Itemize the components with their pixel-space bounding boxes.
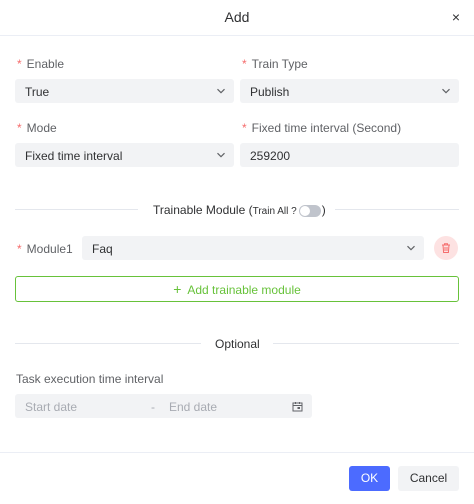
divider-line xyxy=(15,343,201,344)
enable-label: * Enable xyxy=(17,57,64,71)
trainable-module-heading: Trainable Module (Train All ?) xyxy=(153,203,326,217)
optional-heading: Optional xyxy=(215,337,260,351)
cancel-button[interactable]: Cancel xyxy=(398,466,459,491)
trainable-heading-close: ) xyxy=(321,203,326,217)
enable-label-text: Enable xyxy=(26,57,65,71)
divider-line xyxy=(15,209,138,210)
close-icon[interactable]: × xyxy=(452,10,460,24)
required-mark: * xyxy=(17,57,22,71)
trash-icon xyxy=(442,243,450,253)
divider-line xyxy=(273,343,459,344)
fixed-interval-input-value: 259200 xyxy=(250,149,291,163)
ok-button[interactable]: OK xyxy=(349,466,390,491)
mode-label: * Mode xyxy=(17,121,57,135)
required-mark: * xyxy=(17,242,22,256)
toggle-knob xyxy=(299,205,310,216)
dialog-header: Add × xyxy=(0,0,474,36)
mode-label-text: Mode xyxy=(26,121,57,135)
date-range-picker[interactable]: Start date - End date xyxy=(15,394,312,418)
add-dialog: Add × * Enable True * Train Type Publish *… xyxy=(0,0,474,504)
module-label-text: Module1 xyxy=(26,242,73,256)
required-mark: * xyxy=(242,121,247,135)
trainable-heading-text: Trainable Module ( xyxy=(153,203,253,217)
end-date-input[interactable]: End date xyxy=(169,400,217,414)
chevron-down-icon xyxy=(407,245,415,251)
chevron-down-icon xyxy=(442,88,450,94)
fixed-interval-label: * Fixed time interval (Second) xyxy=(242,121,401,135)
module-select[interactable]: Faq xyxy=(82,236,424,260)
dialog-title: Add xyxy=(224,9,250,25)
module-label: * Module1 xyxy=(17,242,73,256)
mode-select-value: Fixed time interval xyxy=(25,149,123,163)
train-type-select-value: Publish xyxy=(250,85,290,99)
train-all-toggle[interactable] xyxy=(298,204,321,217)
enable-select-value: True xyxy=(25,85,50,99)
module-select-value: Faq xyxy=(92,242,113,256)
train-type-label: * Train Type xyxy=(242,57,308,71)
add-trainable-module-button[interactable]: + Add trainable module xyxy=(15,276,459,302)
divider-line xyxy=(335,209,459,210)
chevron-down-icon xyxy=(217,152,225,158)
plus-icon: + xyxy=(173,281,182,297)
start-date-input[interactable]: Start date xyxy=(25,400,77,414)
chevron-down-icon xyxy=(217,88,225,94)
train-type-label-text: Train Type xyxy=(251,57,308,71)
fixed-interval-label-text: Fixed time interval (Second) xyxy=(251,121,402,135)
range-separator: - xyxy=(151,400,155,414)
task-interval-label: Task execution time interval xyxy=(16,372,164,386)
enable-select[interactable]: True xyxy=(15,79,234,103)
add-trainable-module-label: Add trainable module xyxy=(187,283,301,297)
delete-module-button[interactable] xyxy=(434,236,458,260)
required-mark: * xyxy=(242,57,247,71)
calendar-icon xyxy=(292,402,303,412)
fixed-interval-input[interactable]: 259200 xyxy=(240,143,459,167)
mode-select[interactable]: Fixed time interval xyxy=(15,143,234,167)
required-mark: * xyxy=(17,121,22,135)
train-type-select[interactable]: Publish xyxy=(240,79,459,103)
train-all-label: Train All ? xyxy=(252,206,297,217)
